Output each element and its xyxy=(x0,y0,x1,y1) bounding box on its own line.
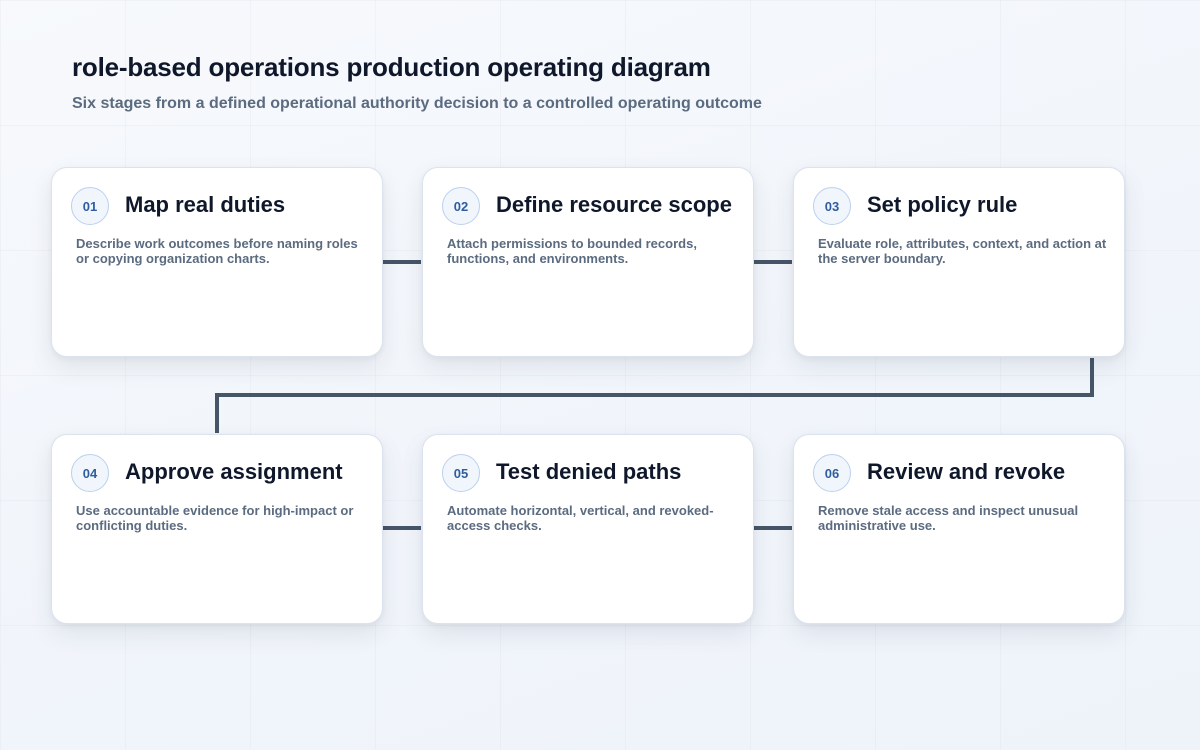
stage-card-03: 03 Set policy rule Evaluate role, attrib… xyxy=(793,167,1125,357)
stage-description: Evaluate role, attributes, context, and … xyxy=(818,236,1107,266)
stage-description: Use accountable evidence for high-impact… xyxy=(76,503,354,533)
stage-title: Define resource scope xyxy=(496,192,732,217)
flow-connectors xyxy=(215,260,1094,530)
stage-description: Describe work outcomes before naming rol… xyxy=(76,236,358,266)
stage-title: Set policy rule xyxy=(867,192,1018,217)
stage-card-06: 06 Review and revoke Remove stale access… xyxy=(793,434,1125,624)
stage-description: Attach permissions to bounded records, f… xyxy=(447,236,697,266)
stage-number-badge: 02 xyxy=(442,187,480,225)
stage-title: Approve assignment xyxy=(125,459,343,484)
stage-number-badge: 05 xyxy=(442,454,480,492)
stage-card-01: 01 Map real duties Describe work outcome… xyxy=(51,167,383,357)
stage-number-badge: 04 xyxy=(71,454,109,492)
stage-card-04: 04 Approve assignment Use accountable ev… xyxy=(51,434,383,624)
stage-number-badge: 06 xyxy=(813,454,851,492)
stage-number-badge: 03 xyxy=(813,187,851,225)
stage-title: Review and revoke xyxy=(867,459,1066,484)
stage-card-05: 05 Test denied paths Automate horizontal… xyxy=(422,434,754,624)
stage-description: Remove stale access and inspect unusual … xyxy=(818,503,1079,533)
stage-title: Test denied paths xyxy=(496,459,682,484)
stage-description: Automate horizontal, vertical, and revok… xyxy=(447,503,714,533)
stage-card-02: 02 Define resource scope Attach permissi… xyxy=(422,167,754,357)
connector-03-04 xyxy=(215,358,1094,433)
stage-number-badge: 01 xyxy=(71,187,109,225)
stage-title: Map real duties xyxy=(125,192,286,217)
